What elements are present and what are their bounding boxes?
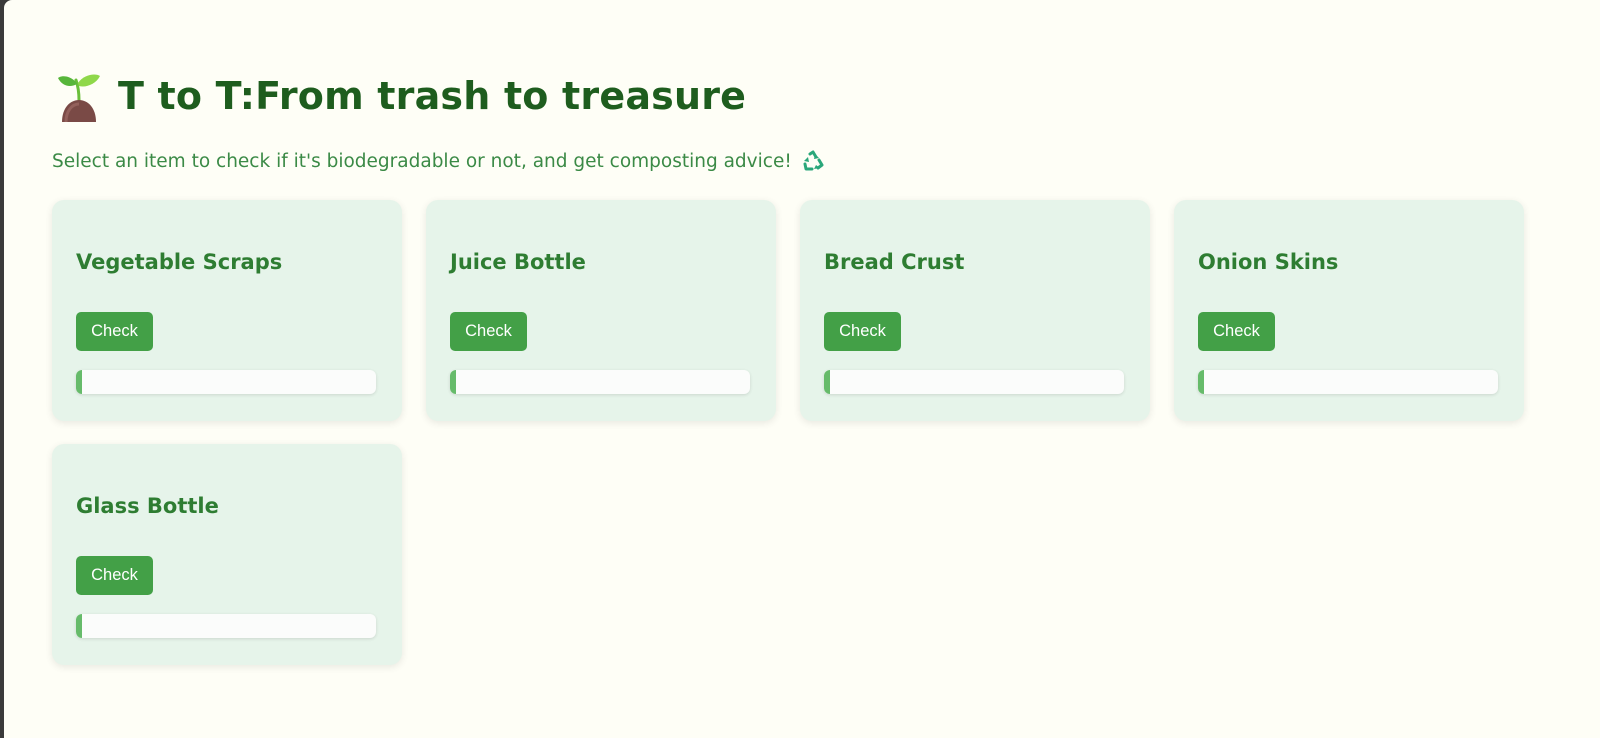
item-name: Vegetable Scraps (76, 250, 283, 274)
check-button[interactable]: Check (1198, 312, 1275, 351)
check-button[interactable]: Check (76, 312, 153, 351)
progress-bar (76, 370, 376, 394)
progress-fill (450, 370, 456, 394)
progress-bar (824, 370, 1124, 394)
progress-fill (76, 614, 82, 638)
header: T to T:From trash to treasure (56, 70, 746, 122)
progress-bar (1198, 370, 1498, 394)
item-card: Bread Crust Check (800, 200, 1150, 421)
item-card: Vegetable Scraps Check (52, 200, 402, 421)
item-card: Glass Bottle Check (52, 444, 402, 665)
page-subtitle: Select an item to check if it's biodegra… (52, 150, 792, 172)
recycle-icon (803, 150, 824, 171)
progress-bar (450, 370, 750, 394)
page-title: T to T:From trash to treasure (118, 74, 747, 118)
item-name: Juice Bottle (450, 250, 586, 274)
instructions: Select an item to check if it's biodegra… (52, 150, 824, 172)
item-card: Juice Bottle Check (426, 200, 776, 421)
progress-bar (76, 614, 376, 638)
item-card: Onion Skins Check (1174, 200, 1524, 421)
check-button[interactable]: Check (450, 312, 527, 351)
seedling-icon (58, 74, 100, 122)
progress-fill (824, 370, 830, 394)
item-name: Onion Skins (1198, 250, 1339, 274)
check-button[interactable]: Check (824, 312, 901, 351)
progress-fill (76, 370, 82, 394)
item-name: Glass Bottle (76, 494, 219, 518)
item-name: Bread Crust (824, 250, 965, 274)
check-button[interactable]: Check (76, 556, 153, 595)
app-page: T to T:From trash to treasure Select an … (4, 0, 1600, 738)
progress-fill (1198, 370, 1204, 394)
